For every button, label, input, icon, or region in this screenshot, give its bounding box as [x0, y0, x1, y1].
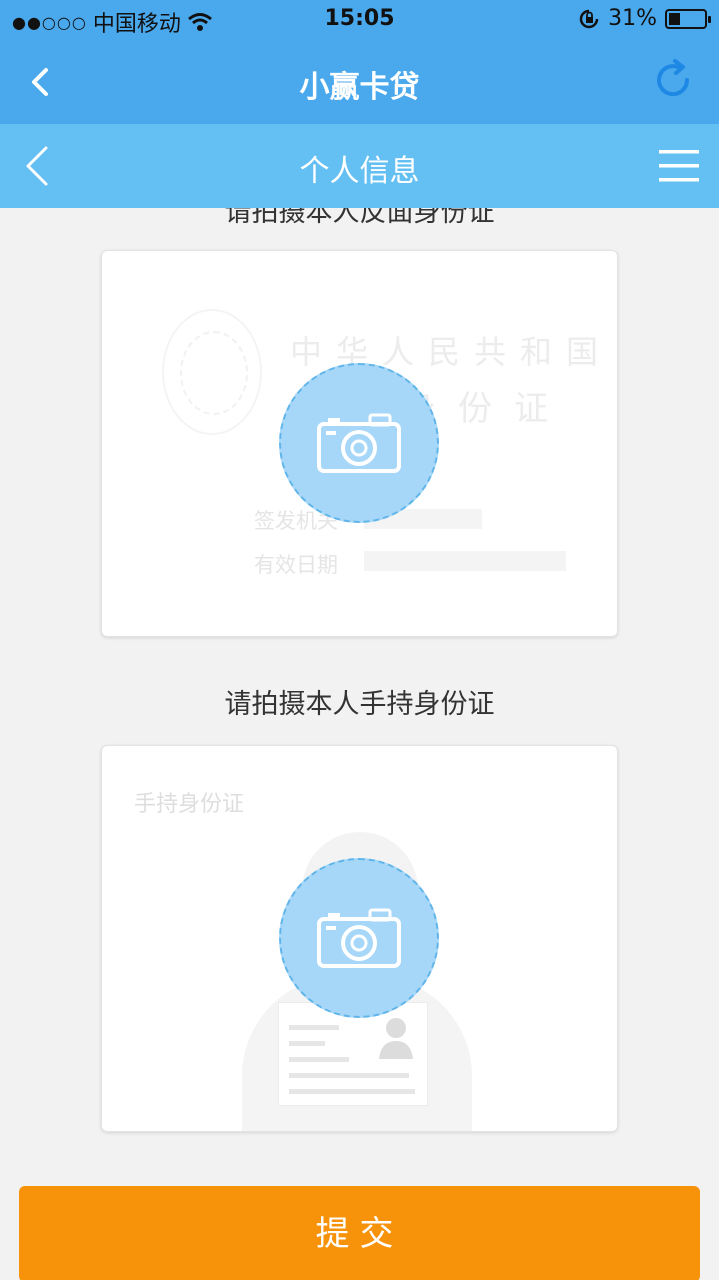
- mini-id-row: [289, 1041, 325, 1046]
- refresh-icon[interactable]: [651, 58, 695, 102]
- content: 请拍摄本人反面身份证 中华人民共和国 居民身份证 签发机关 有效日期 请拍摄本人…: [0, 208, 719, 1280]
- status-right: 31%: [578, 6, 711, 31]
- page-title: 个人信息: [299, 154, 420, 189]
- valid-date-placeholder: [364, 551, 566, 571]
- app-bar: 小赢卡贷: [0, 40, 719, 124]
- mini-id-row: [289, 1089, 415, 1094]
- status-bar: ●●○○○ 中国移动 15:05 31%: [0, 0, 719, 40]
- menu-icon[interactable]: [659, 148, 699, 184]
- mini-id-row: [289, 1025, 339, 1030]
- mini-id-row: [289, 1057, 349, 1062]
- valid-date-label: 有效日期: [254, 553, 338, 577]
- battery-percent: 31%: [608, 6, 657, 31]
- battery-icon: [665, 8, 711, 29]
- national-emblem-icon: [162, 309, 262, 435]
- camera-icon: [317, 413, 401, 473]
- camera-button[interactable]: [279, 858, 439, 1018]
- hand-id-upload-card[interactable]: 手持身份证: [101, 745, 618, 1132]
- hand-id-title: 请拍摄本人手持身份证: [224, 689, 495, 720]
- battery-fill: [669, 12, 680, 25]
- id-back-upload-card[interactable]: 中华人民共和国 居民身份证 签发机关 有效日期: [101, 250, 618, 637]
- submit-button[interactable]: 提交: [19, 1186, 700, 1280]
- id-back-title: 请拍摄本人反面身份证: [224, 208, 495, 228]
- hand-id-label: 手持身份证: [134, 792, 245, 817]
- rotation-lock-icon: [579, 9, 599, 28]
- mini-id-row: [289, 1073, 409, 1078]
- camera-icon: [317, 908, 401, 968]
- sub-bar: 个人信息: [0, 124, 719, 208]
- camera-button[interactable]: [279, 363, 439, 523]
- app-title: 小赢卡贷: [299, 70, 420, 105]
- avatar-icon: [379, 1018, 413, 1059]
